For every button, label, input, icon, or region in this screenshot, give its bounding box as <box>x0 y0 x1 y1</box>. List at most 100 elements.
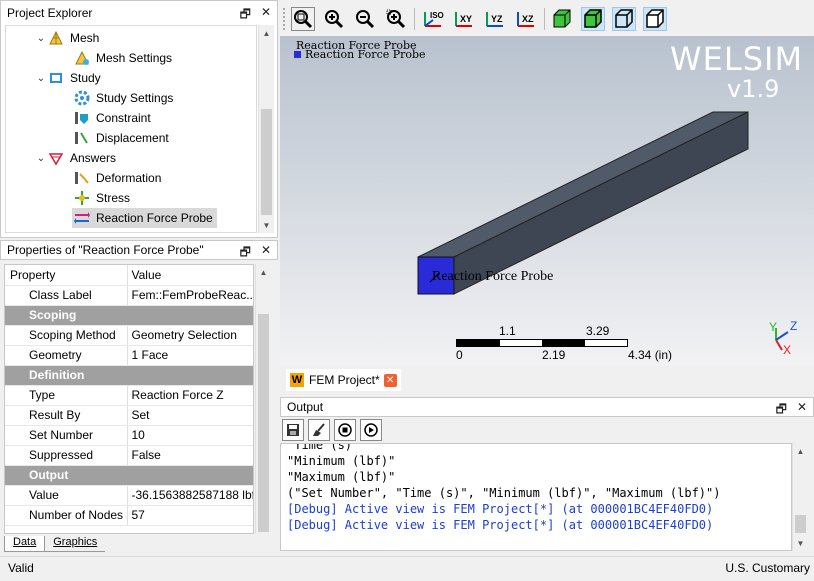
float-icon[interactable]: 🗗 <box>776 400 787 421</box>
view-iso-icon: ISO <box>424 11 444 27</box>
tree-item-label: Mesh <box>70 31 100 45</box>
property-column-header: Property <box>5 265 128 286</box>
property-value[interactable]: 57 <box>127 505 253 526</box>
close-tab-icon[interactable]: ✕ <box>383 373 397 387</box>
shaded-edges-view-button[interactable] <box>581 7 605 31</box>
tree-item-reaction-force-probe[interactable]: Reaction Force Probe <box>72 208 217 228</box>
stop-button[interactable] <box>334 419 356 441</box>
properties-grid: Property Value Class Label Fem::FemProbeR… <box>4 264 254 534</box>
output-scrollbar[interactable]: ▲ ▼ <box>792 443 808 551</box>
property-row[interactable]: Scoping Method Geometry Selection <box>5 325 253 346</box>
scroll-thumb[interactable] <box>258 314 269 532</box>
float-icon[interactable]: 🗗 <box>240 5 251 26</box>
beam-top-face[interactable] <box>417 111 749 258</box>
scroll-up-icon[interactable]: ▲ <box>793 443 808 459</box>
property-row[interactable]: Set Number 10 <box>5 425 253 446</box>
chevron-down-icon[interactable]: ⌄ <box>34 153 48 164</box>
scroll-up-icon[interactable]: ▲ <box>259 25 274 41</box>
doc-tab-fem-project[interactable]: W FEM Project* ✕ <box>286 369 401 391</box>
tree-item-study[interactable]: ⌄ Study <box>34 68 101 88</box>
property-row[interactable]: Result By Set <box>5 405 253 426</box>
tree-item-answers[interactable]: ⌄ Answers <box>34 148 116 168</box>
properties-header-row: Property Value <box>5 265 253 286</box>
tree-item-study-settings[interactable]: Study Settings <box>74 88 173 108</box>
hidden-line-cube-icon <box>646 9 664 28</box>
save-icon <box>287 424 299 436</box>
property-row[interactable]: Geometry 1 Face <box>5 345 253 366</box>
run-button[interactable] <box>360 419 382 441</box>
property-value[interactable]: 10 <box>127 425 253 446</box>
close-icon[interactable]: ✕ <box>797 400 807 421</box>
zoom-box-button[interactable] <box>384 7 408 31</box>
tree-item-stress[interactable]: Stress <box>74 188 130 208</box>
output-console[interactable]: "Time (s)" "Minimum (lbf)" "Maximum (lbf)"… <box>280 443 792 551</box>
tree-item-displacement[interactable]: Displacement <box>74 128 169 148</box>
graphics-viewport[interactable]: Reaction Force Probe Reaction Force Prob… <box>280 36 814 366</box>
property-row[interactable]: Number of Nodes 57 <box>5 505 253 526</box>
view-xy-button[interactable]: XY <box>452 7 476 31</box>
tree-item-mesh[interactable]: ⌄ Mesh <box>34 28 99 48</box>
property-group-header[interactable]: Scoping <box>5 305 253 326</box>
chevron-down-icon[interactable]: ⌄ <box>34 33 48 44</box>
beam-model[interactable] <box>280 36 814 366</box>
properties-scrollbar[interactable]: ▲ <box>255 264 271 534</box>
zoom-in-button[interactable] <box>322 7 346 31</box>
property-value[interactable]: -36.1563882587188 lbf <box>127 485 253 506</box>
toolbar-grip <box>283 8 285 30</box>
view-xy-icon: XY <box>455 12 472 27</box>
view-xz-button[interactable]: XZ <box>514 7 538 31</box>
view-yz-button[interactable]: YZ <box>483 7 507 31</box>
zoom-box-icon <box>386 9 406 29</box>
tree-item-constraint[interactable]: Constraint <box>74 108 151 128</box>
svg-text:Z: Z <box>790 319 797 333</box>
property-name: Suppressed <box>5 445 128 466</box>
tree-item-mesh-settings[interactable]: Mesh Settings <box>74 48 172 68</box>
hidden-line-view-button[interactable] <box>643 7 667 31</box>
zoom-fit-button[interactable] <box>291 7 315 31</box>
property-value[interactable]: Fem::FemProbeReac... <box>127 285 253 306</box>
tree-item-deformation[interactable]: Deformation <box>74 168 161 188</box>
property-row[interactable]: Type Reaction Force Z <box>5 385 253 406</box>
tab-graphics-label: Graphics <box>53 536 98 548</box>
property-value[interactable]: 1 Face <box>127 345 253 366</box>
close-icon[interactable]: ✕ <box>261 5 271 26</box>
property-group-header[interactable]: Output <box>5 465 253 486</box>
properties-panel: Properties of "Reaction Force Probe" 🗗 ✕… <box>0 240 278 540</box>
save-output-button[interactable] <box>282 419 304 441</box>
clear-output-button[interactable] <box>308 419 330 441</box>
wireframe-cube-icon <box>615 9 633 28</box>
broom-icon <box>313 423 325 436</box>
project-tree: ⌄ Mesh Mesh Settings ⌄ Study Study Setti… <box>5 25 257 233</box>
property-row[interactable]: Suppressed False <box>5 445 253 466</box>
scroll-down-icon[interactable]: ▼ <box>793 535 808 551</box>
property-value[interactable]: Reaction Force Z <box>127 385 253 406</box>
tab-graphics[interactable]: Graphics <box>45 536 106 552</box>
scroll-thumb[interactable] <box>261 109 272 215</box>
property-row[interactable]: Value -36.1563882587188 lbf <box>5 485 253 506</box>
property-value[interactable]: Geometry Selection <box>127 325 253 346</box>
wireframe-view-button[interactable] <box>612 7 636 31</box>
property-value[interactable]: False <box>127 445 253 466</box>
tab-data-label: Data <box>13 536 37 548</box>
tab-data[interactable]: Data <box>4 536 46 552</box>
property-group-header[interactable]: Definition <box>5 365 253 386</box>
project-explorer-title: Project Explorer <box>7 6 93 20</box>
close-icon[interactable]: ✕ <box>261 243 271 264</box>
tree-item-label: Constraint <box>96 111 151 125</box>
reaction-force-icon <box>74 210 90 226</box>
chevron-down-icon[interactable]: ⌄ <box>34 73 48 84</box>
view-iso-button[interactable]: ISO <box>421 7 445 31</box>
view-toolbar: ISO XY YZ XZ <box>280 0 814 36</box>
beam-side-face[interactable] <box>453 111 749 295</box>
scroll-thumb[interactable] <box>795 515 806 533</box>
float-icon[interactable]: 🗗 <box>240 243 251 264</box>
scroll-down-icon[interactable]: ▼ <box>259 217 274 233</box>
property-value[interactable]: Set <box>127 405 253 426</box>
property-row[interactable]: Class Label Fem::FemProbeReac... <box>5 285 253 306</box>
property-group-label: Scoping <box>5 305 253 326</box>
tree-item-label: Study Settings <box>96 91 174 105</box>
solid-view-button[interactable] <box>550 7 574 31</box>
zoom-out-button[interactable] <box>353 7 377 31</box>
scroll-up-icon[interactable]: ▲ <box>256 264 271 280</box>
tree-scrollbar[interactable]: ▲ ▼ <box>258 25 274 233</box>
